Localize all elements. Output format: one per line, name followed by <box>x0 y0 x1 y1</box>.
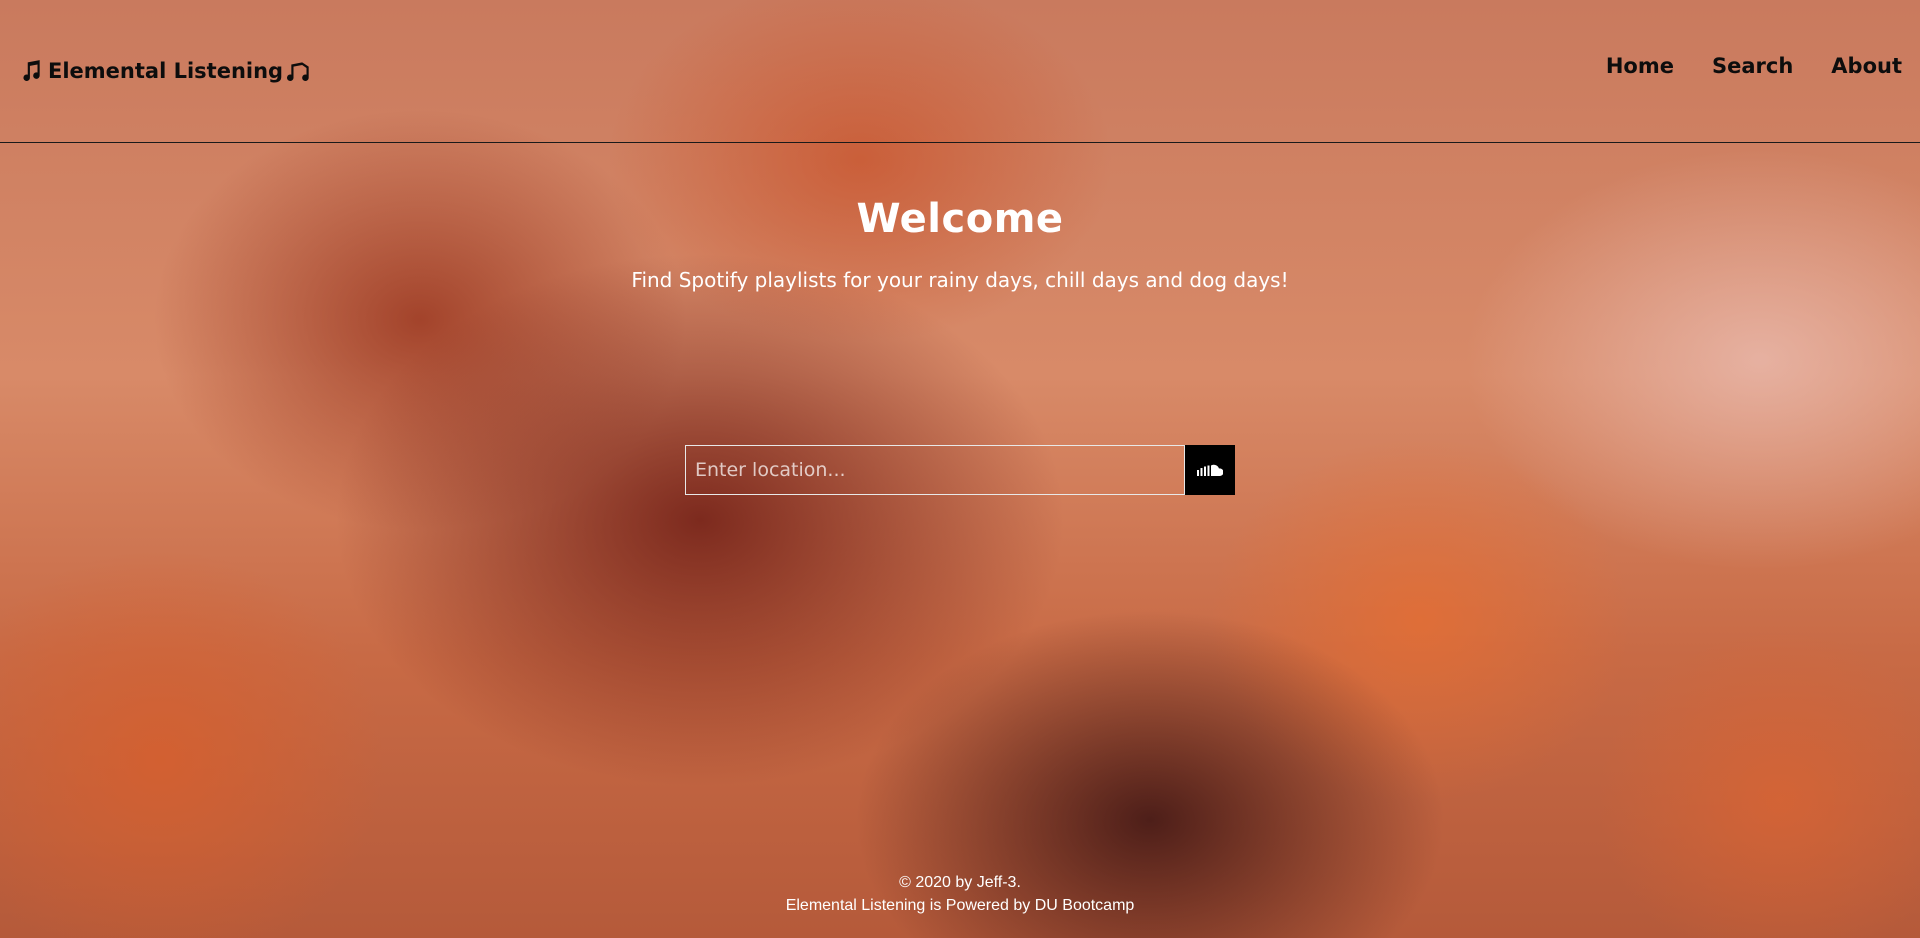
location-search-form <box>685 445 1235 495</box>
hero-section: Welcome Find Spotify playlists for your … <box>0 196 1920 292</box>
nav-about-link[interactable]: About <box>1831 54 1902 78</box>
music-note-icon <box>23 60 40 82</box>
music-note-icon <box>287 62 309 82</box>
site-header: Elemental Listening Home Search About <box>0 0 1920 143</box>
location-input[interactable] <box>685 445 1185 495</box>
search-submit-button[interactable] <box>1185 445 1235 495</box>
welcome-subtitle: Find Spotify playlists for your rainy da… <box>631 268 1289 292</box>
site-footer: © 2020 by Jeff-3. Elemental Listening is… <box>0 871 1920 917</box>
brand[interactable]: Elemental Listening <box>18 58 313 84</box>
soundcloud-icon <box>1197 464 1223 477</box>
page-background: Elemental Listening Home Search About We… <box>0 0 1920 938</box>
nav-search-link[interactable]: Search <box>1712 54 1793 78</box>
copyright-text: © 2020 by Jeff-3. <box>899 874 1021 891</box>
welcome-title: Welcome <box>856 196 1064 242</box>
brand-title: Elemental Listening <box>48 59 284 83</box>
powered-by-text: Elemental Listening is Powered by DU Boo… <box>785 897 1135 914</box>
nav-home-link[interactable]: Home <box>1606 54 1674 78</box>
main-nav: Home Search About <box>1606 54 1902 78</box>
